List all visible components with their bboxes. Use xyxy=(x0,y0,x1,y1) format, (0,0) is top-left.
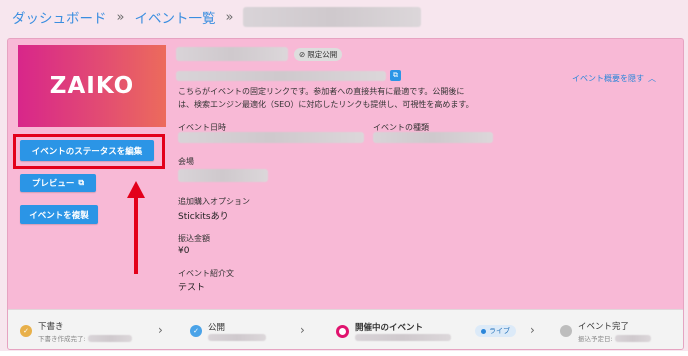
duplicate-button[interactable]: イベントを複製 xyxy=(20,205,98,224)
event-title-row: ⊘ 限定公開 xyxy=(176,47,343,61)
highlight-box xyxy=(13,134,165,169)
external-link-icon: ⧉ xyxy=(78,178,85,187)
zaiko-logo: ZAIKO xyxy=(49,73,135,99)
published-date-redacted xyxy=(208,334,266,341)
live-date-redacted xyxy=(355,334,451,341)
event-summary-card: ZAIKO イベントのステータスを編集 プレビュー ⧉ イベントを複製 ⊘ 限定… xyxy=(7,38,684,350)
copy-icon[interactable]: ⧉ xyxy=(390,70,401,81)
breadcrumb-separator: » xyxy=(116,9,125,25)
payout-value: ¥0 xyxy=(178,246,190,256)
hide-summary-link[interactable]: イベント概要を隠す ︿ xyxy=(572,73,656,84)
visibility-badge: ⊘ 限定公開 xyxy=(294,47,343,61)
draft-date-redacted xyxy=(87,335,132,342)
event-date-redacted xyxy=(178,132,364,143)
purchase-option-label: 追加購入オプション xyxy=(178,197,250,206)
payout-date-redacted xyxy=(614,335,651,342)
payout-label: 振込金額 xyxy=(178,234,210,243)
event-status-stepper: ✓ 下書き 下書き作成完了: › ✓ 公開 › 開催中のイベント ライブ › イ… xyxy=(8,309,683,349)
intro-label: イベント紹介文 xyxy=(178,269,234,278)
event-image: ZAIKO xyxy=(18,45,166,127)
breadcrumb: ダッシュボード » イベント一覧 » xyxy=(12,6,422,28)
chevron-right-icon: › xyxy=(530,323,535,337)
event-title-redacted xyxy=(176,47,288,61)
step-completed: イベント完了 振込予定日: xyxy=(560,310,651,349)
eye-off-icon: ⊘ xyxy=(299,49,306,59)
step-published: ✓ 公開 xyxy=(190,310,266,349)
intro-value: テスト xyxy=(178,283,206,293)
venue-redacted xyxy=(178,169,268,182)
chevron-right-icon: › xyxy=(158,323,163,337)
purchase-option-value: Stickitsあり xyxy=(178,212,229,222)
event-type-redacted xyxy=(373,132,493,143)
breadcrumb-separator: » xyxy=(225,9,234,25)
permalink-row: ⧉ xyxy=(176,70,401,81)
venue-label: 会場 xyxy=(178,157,194,166)
next-section-edge xyxy=(0,351,688,356)
breadcrumb-events[interactable]: イベント一覧 xyxy=(134,7,215,27)
chevron-right-icon: › xyxy=(300,323,305,337)
check-circle-icon: ✓ xyxy=(20,325,32,337)
preview-button[interactable]: プレビュー ⧉ xyxy=(20,174,96,192)
breadcrumb-event-name-redacted xyxy=(243,7,422,27)
breadcrumb-dashboard[interactable]: ダッシュボード xyxy=(12,7,107,27)
step-live: 開催中のイベント ライブ xyxy=(336,310,516,349)
permalink-description: こちらがイベントの固定リンクです。参加者への直接共有に最適です。公開後には、検索… xyxy=(178,87,474,109)
step-complete-icon xyxy=(560,325,572,337)
live-ring-icon xyxy=(336,324,349,338)
permalink-redacted xyxy=(176,70,386,81)
check-circle-icon: ✓ xyxy=(190,325,202,337)
live-badge: ライブ xyxy=(475,325,516,337)
annotation-arrow-line xyxy=(134,196,138,274)
step-draft: ✓ 下書き 下書き作成完了: xyxy=(20,310,132,349)
chevron-up-icon: ︿ xyxy=(648,74,656,83)
